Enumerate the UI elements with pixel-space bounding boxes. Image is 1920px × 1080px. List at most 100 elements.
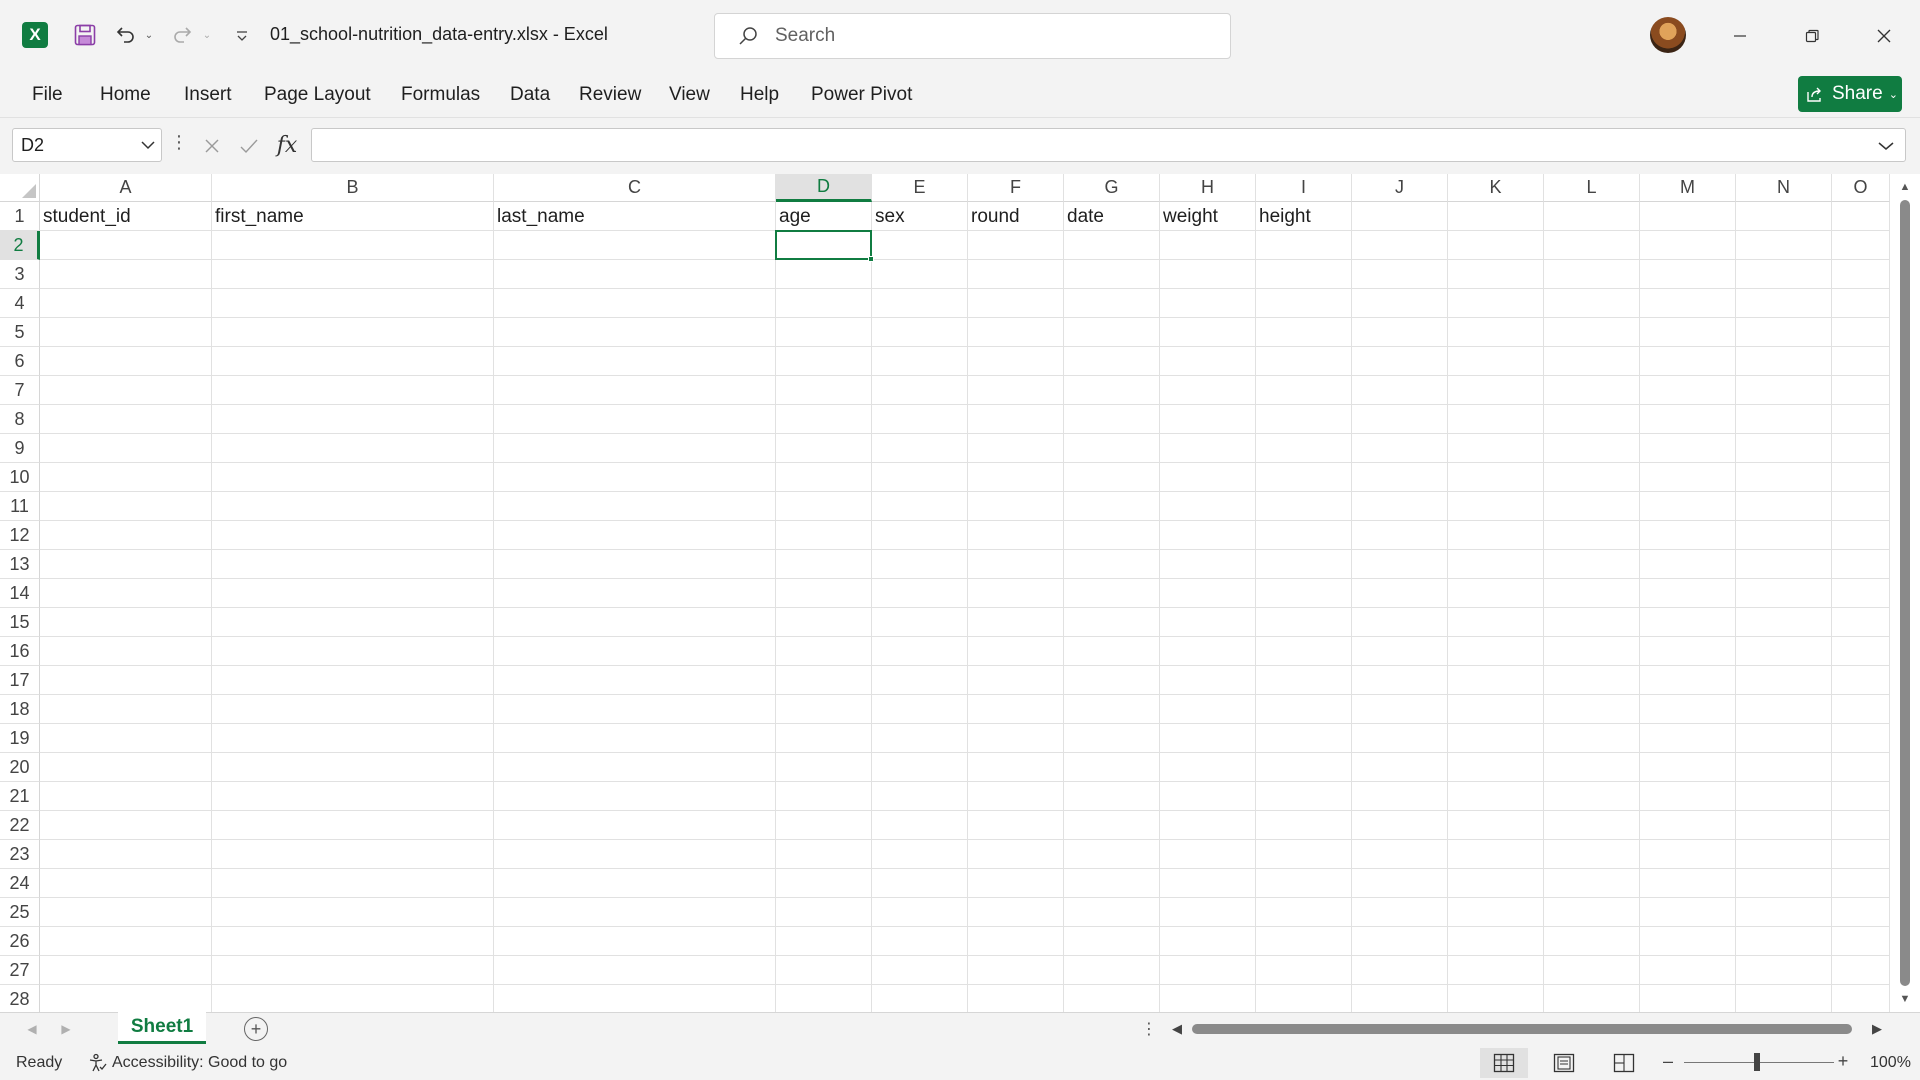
cell-d1[interactable]: age [776, 202, 872, 231]
cell-b15[interactable] [212, 608, 494, 637]
column-header-m[interactable]: M [1640, 174, 1736, 202]
cell-g21[interactable] [1064, 782, 1160, 811]
cell-c13[interactable] [494, 550, 776, 579]
cell-o3[interactable] [1832, 260, 1890, 289]
function-icon[interactable]: fx [272, 128, 302, 162]
cell-i15[interactable] [1256, 608, 1352, 637]
cell-f27[interactable] [968, 956, 1064, 985]
tab-help[interactable]: Help [740, 84, 779, 106]
cell-l10[interactable] [1544, 463, 1640, 492]
cell-n24[interactable] [1736, 869, 1832, 898]
search-input[interactable]: Search [714, 13, 1231, 59]
row-header-26[interactable]: 26 [0, 927, 40, 956]
cell-j22[interactable] [1352, 811, 1448, 840]
previous-sheet-icon[interactable]: ◀ [22, 1019, 42, 1039]
cell-d10[interactable] [776, 463, 872, 492]
cell-k16[interactable] [1448, 637, 1544, 666]
cell-i23[interactable] [1256, 840, 1352, 869]
cell-m18[interactable] [1640, 695, 1736, 724]
cell-i1[interactable]: height [1256, 202, 1352, 231]
cell-d13[interactable] [776, 550, 872, 579]
share-button[interactable]: Share ⌄ [1798, 76, 1902, 112]
cell-f22[interactable] [968, 811, 1064, 840]
cell-k5[interactable] [1448, 318, 1544, 347]
cell-h17[interactable] [1160, 666, 1256, 695]
cell-g28[interactable] [1064, 985, 1160, 1012]
cell-b11[interactable] [212, 492, 494, 521]
cell-h15[interactable] [1160, 608, 1256, 637]
cell-n4[interactable] [1736, 289, 1832, 318]
cell-d14[interactable] [776, 579, 872, 608]
cell-a14[interactable] [40, 579, 212, 608]
tab-formulas[interactable]: Formulas [401, 84, 480, 106]
cell-e15[interactable] [872, 608, 968, 637]
cell-d9[interactable] [776, 434, 872, 463]
cell-c14[interactable] [494, 579, 776, 608]
cell-a11[interactable] [40, 492, 212, 521]
cell-h10[interactable] [1160, 463, 1256, 492]
cell-d18[interactable] [776, 695, 872, 724]
tab-home[interactable]: Home [100, 84, 151, 106]
cell-l11[interactable] [1544, 492, 1640, 521]
cell-m20[interactable] [1640, 753, 1736, 782]
cell-f8[interactable] [968, 405, 1064, 434]
cell-m28[interactable] [1640, 985, 1736, 1012]
column-header-d[interactable]: D [776, 174, 872, 202]
cell-f10[interactable] [968, 463, 1064, 492]
cell-n8[interactable] [1736, 405, 1832, 434]
cell-e6[interactable] [872, 347, 968, 376]
cell-d3[interactable] [776, 260, 872, 289]
add-sheet-icon[interactable]: + [244, 1017, 268, 1041]
cell-c19[interactable] [494, 724, 776, 753]
cell-l4[interactable] [1544, 289, 1640, 318]
cell-h27[interactable] [1160, 956, 1256, 985]
cell-b10[interactable] [212, 463, 494, 492]
cell-a17[interactable] [40, 666, 212, 695]
cell-c7[interactable] [494, 376, 776, 405]
cell-a4[interactable] [40, 289, 212, 318]
cell-e9[interactable] [872, 434, 968, 463]
cell-b5[interactable] [212, 318, 494, 347]
cell-l20[interactable] [1544, 753, 1640, 782]
cell-l19[interactable] [1544, 724, 1640, 753]
cell-g17[interactable] [1064, 666, 1160, 695]
cell-f3[interactable] [968, 260, 1064, 289]
row-header-16[interactable]: 16 [0, 637, 40, 666]
cell-f2[interactable] [968, 231, 1064, 260]
cell-h13[interactable] [1160, 550, 1256, 579]
cell-e4[interactable] [872, 289, 968, 318]
cell-c20[interactable] [494, 753, 776, 782]
cell-d15[interactable] [776, 608, 872, 637]
cancel-icon[interactable] [198, 132, 226, 160]
cell-c16[interactable] [494, 637, 776, 666]
cell-g4[interactable] [1064, 289, 1160, 318]
cell-d19[interactable] [776, 724, 872, 753]
cell-j21[interactable] [1352, 782, 1448, 811]
cell-e25[interactable] [872, 898, 968, 927]
cell-j7[interactable] [1352, 376, 1448, 405]
cell-l2[interactable] [1544, 231, 1640, 260]
cell-d23[interactable] [776, 840, 872, 869]
cell-d5[interactable] [776, 318, 872, 347]
cell-e27[interactable] [872, 956, 968, 985]
cell-b12[interactable] [212, 521, 494, 550]
cell-a22[interactable] [40, 811, 212, 840]
expand-formula-bar-icon[interactable] [1875, 135, 1897, 157]
zoom-level[interactable]: 100% [1870, 1054, 1911, 1072]
cell-j18[interactable] [1352, 695, 1448, 724]
zoom-slider-thumb[interactable] [1754, 1053, 1760, 1071]
cell-h6[interactable] [1160, 347, 1256, 376]
cell-d28[interactable] [776, 985, 872, 1012]
cell-k1[interactable] [1448, 202, 1544, 231]
cell-j8[interactable] [1352, 405, 1448, 434]
customize-qat-icon[interactable] [232, 24, 252, 48]
cell-c4[interactable] [494, 289, 776, 318]
cell-k19[interactable] [1448, 724, 1544, 753]
cell-a3[interactable] [40, 260, 212, 289]
cell-j5[interactable] [1352, 318, 1448, 347]
cell-l25[interactable] [1544, 898, 1640, 927]
tab-insert[interactable]: Insert [184, 84, 232, 106]
cell-o13[interactable] [1832, 550, 1890, 579]
next-sheet-icon[interactable]: ▶ [56, 1019, 76, 1039]
cell-f5[interactable] [968, 318, 1064, 347]
